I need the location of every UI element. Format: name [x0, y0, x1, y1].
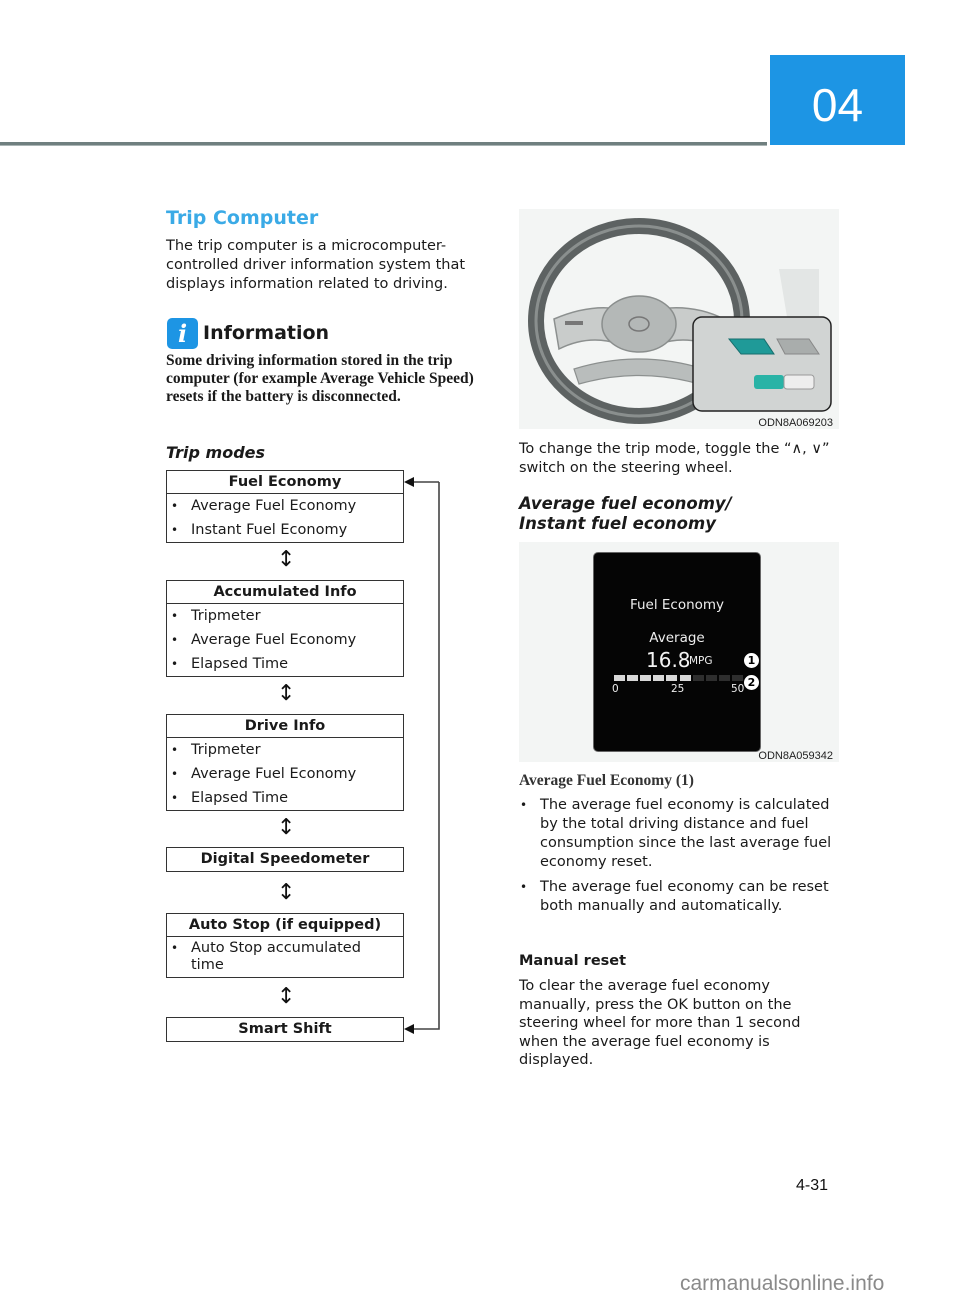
- mode-title: Fuel Economy: [167, 471, 403, 494]
- mode-box-auto-stop: Auto Stop (if equipped) • Auto Stop accum…: [166, 913, 404, 978]
- mode-item: • Average Fuel Economy: [167, 494, 403, 518]
- manual-reset-title: Manual reset: [519, 953, 627, 969]
- figure-code: ODN8A059342: [758, 750, 833, 762]
- manual-reset-body: To clear the average fuel economy manual…: [519, 978, 801, 1068]
- bullet-item: • The average fuel economy can be reset b…: [520, 879, 829, 914]
- info-icon: i: [167, 318, 198, 349]
- bullet-icon: •: [171, 609, 179, 623]
- mode-item: • Average Fuel Economy: [167, 762, 403, 786]
- mode-item: • Elapsed Time: [167, 786, 403, 810]
- bullet-icon: •: [171, 941, 179, 955]
- gauge-max-label: 50: [731, 683, 745, 695]
- intro-paragraph: The trip computer is a microcomputer-con…: [166, 238, 466, 292]
- watermark[interactable]: carmanualsonline.info: [680, 1272, 884, 1296]
- gauge-segment: [692, 675, 704, 681]
- bullet-icon: •: [171, 743, 179, 757]
- cluster-unit: MPG: [689, 655, 713, 667]
- bullet-icon: •: [171, 633, 179, 647]
- mode-title: Drive Info: [167, 715, 403, 738]
- zoom-inset: [692, 316, 832, 412]
- gauge-segment: [666, 675, 678, 681]
- fuel-gauge-bar: [614, 675, 743, 681]
- cluster-title: Fuel Economy: [629, 597, 725, 613]
- mode-item: • Instant Fuel Economy: [167, 518, 403, 542]
- updown-arrow-icon: ↕: [277, 880, 296, 905]
- bullet-icon: •: [171, 499, 179, 513]
- cluster-value: 16.8: [646, 648, 691, 672]
- chapter-number: 04: [811, 79, 864, 131]
- updown-arrow-icon: ↕: [277, 984, 296, 1009]
- mode-item: • Tripmeter: [167, 604, 403, 628]
- mode-box-accumulated-info: Accumulated Info • Tripmeter • Average Fue…: [166, 580, 404, 677]
- sub-heading: Average fuel economy/ Instant fuel econo…: [519, 494, 732, 533]
- info-body: Some driving information stored in the t…: [166, 352, 474, 405]
- gauge-segment: [627, 675, 639, 681]
- gauge-mid-label: 25: [671, 683, 685, 695]
- header-rule: [0, 142, 767, 146]
- mode-item: • Elapsed Time: [167, 652, 403, 676]
- mode-item: • Auto Stop accumulated time: [171, 940, 361, 973]
- mode-title: Accumulated Info: [167, 581, 403, 604]
- bullet-icon: •: [171, 657, 179, 671]
- loop-connector: [404, 477, 440, 1034]
- gauge-segment: [640, 675, 652, 681]
- gauge-segment: [679, 675, 691, 681]
- updown-arrow-icon: ↕: [277, 681, 296, 706]
- mode-box-digital-speedometer: Digital Speedometer: [166, 847, 404, 872]
- gauge-segment: [705, 675, 717, 681]
- mode-box-smart-shift: Smart Shift: [166, 1017, 404, 1042]
- bullet-icon: •: [171, 791, 179, 805]
- avg-fuel-economy-heading: Average Fuel Economy (1): [519, 772, 694, 789]
- mode-box-drive-info: Drive Info • Tripmeter • Average Fuel Econ…: [166, 714, 404, 811]
- page-number: 4-31: [796, 1177, 829, 1194]
- bullet-icon: •: [520, 798, 528, 812]
- bullet-icon: •: [520, 880, 528, 894]
- arrowhead-bottom-icon: [404, 1024, 414, 1034]
- trip-modes-heading: Trip modes: [166, 443, 266, 462]
- callout-1-icon: 1: [744, 653, 759, 668]
- mode-item: • Average Fuel Economy: [167, 628, 403, 652]
- toggle-instruction: To change the trip mode, toggle the “∧, …: [519, 441, 830, 476]
- cluster-screen: Fuel Economy Average 16.8 MPG 0 25 50 1 …: [593, 552, 761, 752]
- steering-wheel-illustration: [519, 209, 839, 429]
- updown-arrow-icon: ↕: [277, 547, 296, 572]
- section-title: Trip Computer: [166, 207, 319, 229]
- loop-line: [410, 482, 440, 1030]
- gauge-segment: [614, 675, 626, 681]
- bullet-icon: •: [171, 767, 179, 781]
- trip-toggle-switch: [754, 375, 784, 389]
- gauge-segment: [718, 675, 730, 681]
- gauge-min-label: 0: [612, 683, 619, 695]
- chapter-tab: 04: [770, 55, 905, 145]
- bullet-item: • The average fuel economy is calculated …: [520, 797, 832, 870]
- updown-arrow-icon: ↕: [277, 815, 296, 840]
- arrowhead-top-icon: [404, 477, 414, 487]
- mode-box-fuel-economy: Fuel Economy • Average Fuel Economy • Inst…: [166, 470, 404, 543]
- mode-title: Smart Shift: [238, 1021, 332, 1037]
- bullet-icon: •: [171, 523, 179, 537]
- gauge-segment: [653, 675, 665, 681]
- gauge-segment: [731, 675, 743, 681]
- avg-fuel-economy-bullets: • The average fuel economy is calculated …: [519, 796, 841, 922]
- mode-item: • Tripmeter: [167, 738, 403, 762]
- steering-wheel-figure: ODN8A069203: [519, 209, 839, 429]
- figure-code: ODN8A069203: [758, 417, 833, 429]
- info-title: Information: [203, 322, 330, 344]
- cluster-label: Average: [649, 630, 705, 646]
- callout-2-icon: 2: [744, 675, 759, 690]
- mode-title: Digital Speedometer: [200, 851, 370, 867]
- airbag-hub: [601, 295, 677, 353]
- mode-title: Auto Stop (if equipped): [167, 914, 403, 937]
